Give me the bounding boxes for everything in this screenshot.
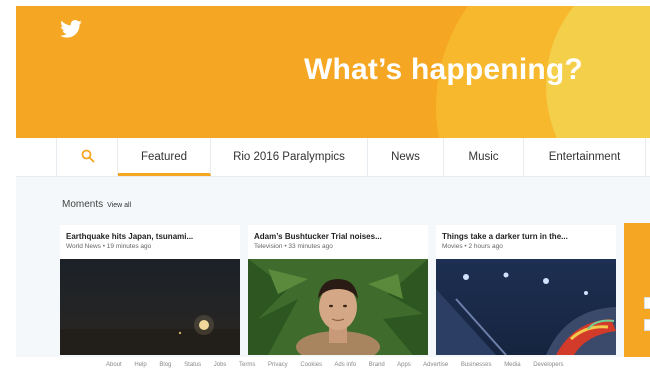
hero-title: What’s happening? (304, 53, 583, 86)
footer-link-status[interactable]: Status (184, 362, 201, 368)
footer-link-media[interactable]: Media (504, 362, 520, 368)
footer-link-about[interactable]: About (106, 362, 122, 368)
footer-link-cookies[interactable]: Cookies (300, 362, 322, 368)
card-meta: World News • 19 minutes ago (66, 243, 152, 250)
side-thumb (644, 297, 650, 309)
search-tab[interactable] (56, 138, 118, 176)
moments-section: Moments View all Earthquake hits Japan, t… (16, 177, 650, 357)
footer-links: About Help Blog Status Jobs Terms Privac… (106, 362, 575, 368)
footer-link-advertise[interactable]: Advertise (423, 362, 448, 368)
next-moments-panel[interactable] (624, 223, 650, 357)
card-meta: Television • 33 minutes ago (254, 243, 333, 250)
moments-heading: Moments View all (62, 199, 131, 210)
tab-entertainment[interactable]: Entertainment (524, 138, 646, 176)
moments-title: Moments (62, 199, 104, 210)
hero-banner: What’s happening? (16, 6, 650, 138)
category-nav: Featured Rio 2016 Paralympics News Music… (16, 138, 650, 177)
card-title: Earthquake hits Japan, tsunami... (66, 232, 194, 241)
footer-link-apps[interactable]: Apps (397, 362, 411, 368)
footer-link-brand[interactable]: Brand (369, 362, 385, 368)
footer-link-blog[interactable]: Blog (159, 362, 171, 368)
card-image-race-car (436, 259, 616, 355)
tab-news[interactable]: News (368, 138, 444, 176)
footer: About Help Blog Status Jobs Terms Privac… (0, 357, 650, 376)
footer-link-privacy[interactable]: Privacy (268, 362, 288, 368)
moment-card-bushtucker[interactable]: Adam’s Bushtucker Trial noises... Televi… (248, 225, 428, 355)
twitter-bird-icon[interactable] (60, 20, 82, 38)
tab-featured[interactable]: Featured (118, 138, 211, 176)
footer-link-businesses[interactable]: Businesses (461, 362, 492, 368)
footer-link-terms[interactable]: Terms (239, 362, 255, 368)
tab-music[interactable]: Music (444, 138, 524, 176)
moment-card-earthquake[interactable]: Earthquake hits Japan, tsunami... World … (60, 225, 240, 355)
view-all-link[interactable]: View all (107, 202, 131, 209)
side-thumb (644, 319, 650, 331)
moment-card-darker-turn[interactable]: Things take a darker turn in the... Movi… (436, 225, 616, 355)
tab-rio-2016-paralympics[interactable]: Rio 2016 Paralympics (211, 138, 368, 176)
footer-link-jobs[interactable]: Jobs (214, 362, 227, 368)
card-title: Adam’s Bushtucker Trial noises... (254, 232, 382, 241)
footer-link-developers[interactable]: Developers (533, 362, 563, 368)
search-icon (81, 149, 95, 163)
card-image-portrait (248, 259, 428, 355)
card-title: Things take a darker turn in the... (442, 232, 568, 241)
card-image-night-city (60, 259, 240, 355)
footer-link-help[interactable]: Help (134, 362, 146, 368)
card-meta: Movies • 2 hours ago (442, 243, 503, 250)
footer-link-ads-info[interactable]: Ads info (334, 362, 356, 368)
